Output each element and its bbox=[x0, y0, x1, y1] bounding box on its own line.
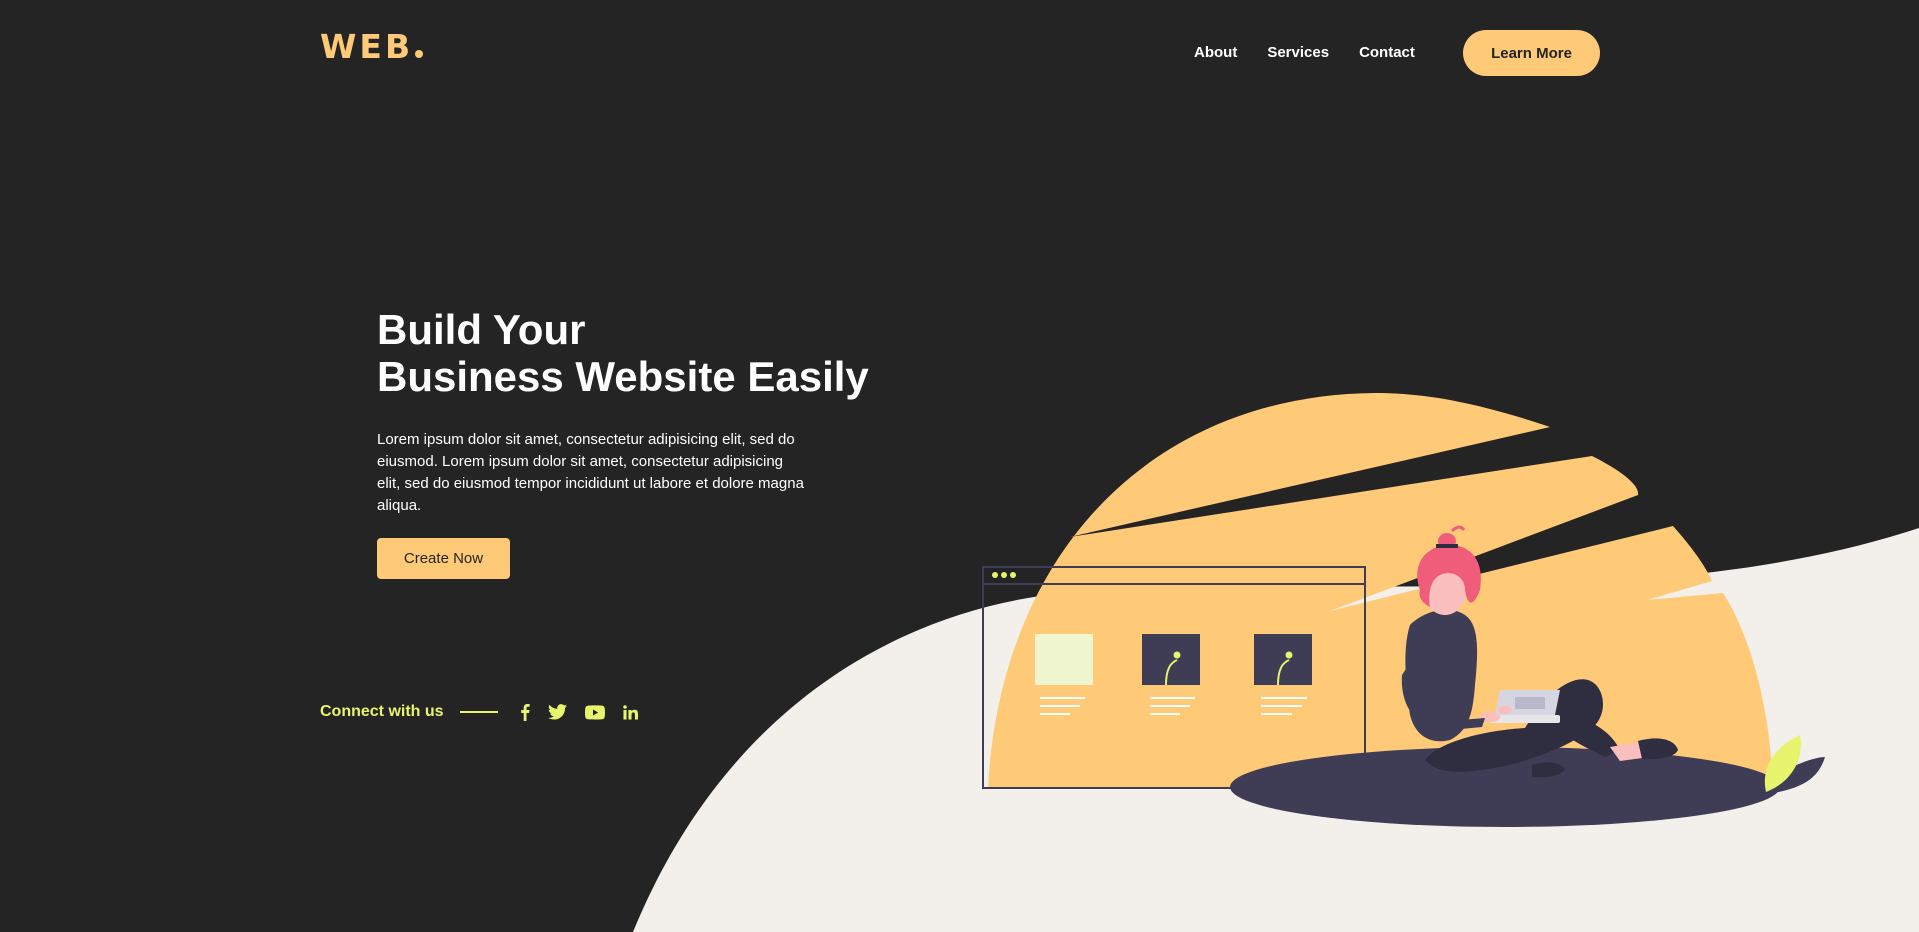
brand-logo-dot bbox=[415, 50, 424, 58]
brand-logo[interactable]: WEB bbox=[320, 27, 424, 66]
social-links bbox=[520, 702, 638, 722]
twitter-icon[interactable] bbox=[547, 702, 567, 722]
nav-link-services[interactable]: Services bbox=[1267, 44, 1329, 62]
facebook-icon[interactable] bbox=[520, 702, 530, 722]
landing-page: WEB About Services Contact Learn More Bu… bbox=[0, 0, 1919, 932]
linkedin-icon[interactable] bbox=[622, 702, 638, 722]
hero-title-line-2: Business Website Easily bbox=[377, 353, 869, 400]
main-nav: About Services Contact bbox=[1194, 44, 1415, 62]
learn-more-button[interactable]: Learn More bbox=[1463, 30, 1600, 76]
nav-link-about[interactable]: About bbox=[1194, 44, 1237, 62]
youtube-icon[interactable] bbox=[584, 702, 605, 722]
brand-logo-text: WEB bbox=[320, 27, 414, 66]
hero-title: Build Your Business Website Easily bbox=[377, 306, 869, 400]
nav-link-contact[interactable]: Contact bbox=[1359, 44, 1415, 62]
connect-section: Connect with us bbox=[320, 700, 638, 724]
connect-label: Connect with us bbox=[320, 703, 444, 720]
sun-shape bbox=[988, 393, 1773, 788]
hero-illustration bbox=[982, 393, 1825, 827]
hero-description: Lorem ipsum dolor sit amet, consectetur … bbox=[377, 431, 804, 514]
create-now-button[interactable]: Create Now bbox=[377, 538, 510, 579]
hero-title-line-1: Build Your bbox=[377, 306, 586, 353]
connect-divider bbox=[459, 711, 498, 713]
